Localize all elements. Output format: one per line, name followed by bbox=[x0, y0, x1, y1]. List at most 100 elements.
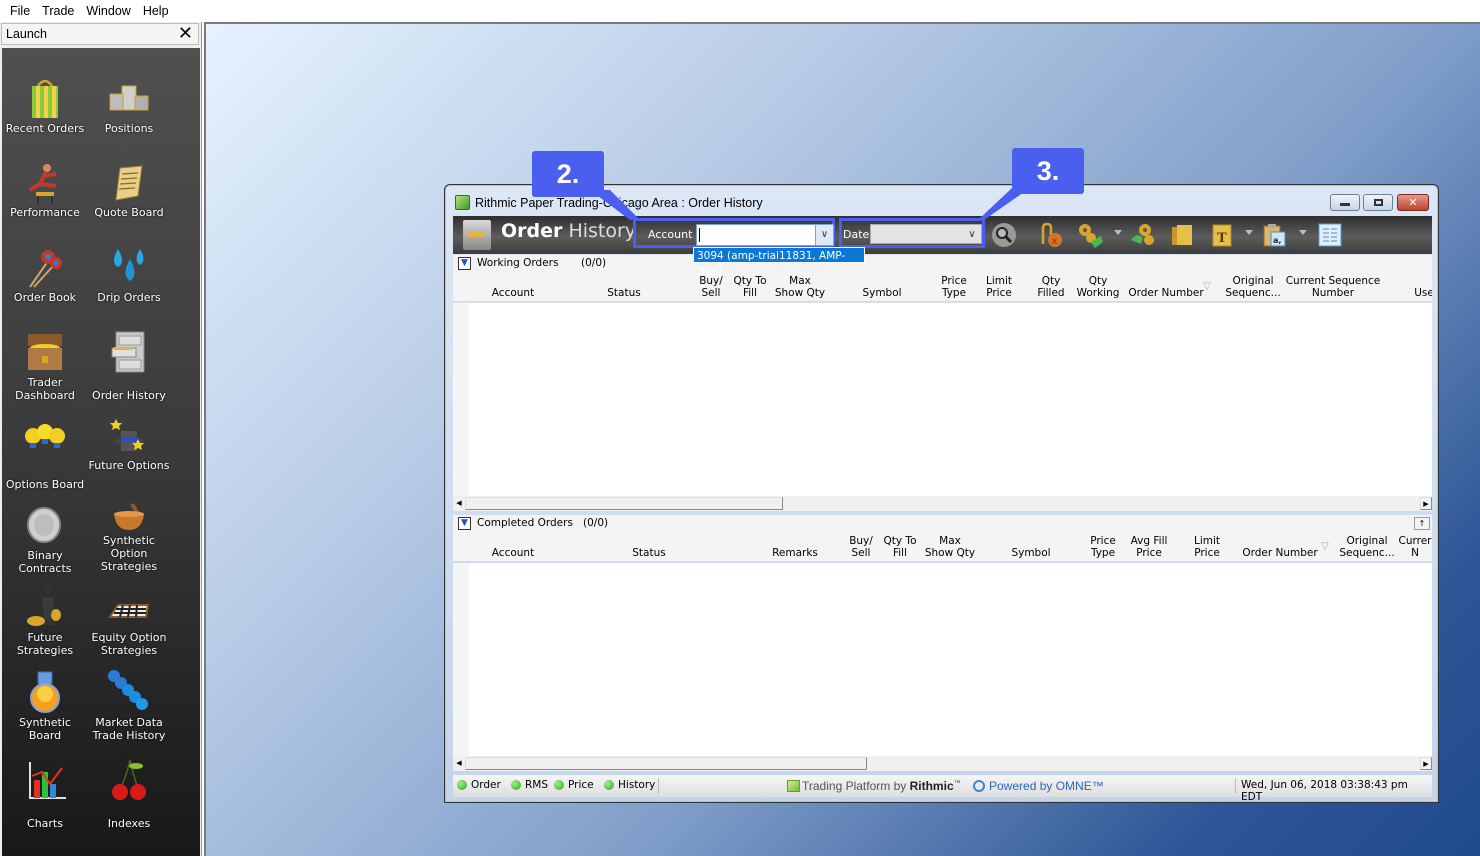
completed-orders-count: (0/0) bbox=[583, 517, 609, 529]
account-combobox[interactable]: ∨ bbox=[696, 224, 834, 246]
account-dropdown-option[interactable]: 3094 (amp-trial11831, AMP-Trial) bbox=[693, 247, 865, 278]
maximize-button[interactable] bbox=[1363, 194, 1393, 211]
launch-item-synthetic-board[interactable]: Synthetic Board bbox=[2, 670, 88, 742]
launch-item-trader-dashboard[interactable]: Trader Dashboard bbox=[2, 330, 88, 402]
filter-icon[interactable]: ▼ bbox=[458, 517, 471, 530]
paste-format-icon[interactable]: a, bbox=[1261, 222, 1287, 248]
filter-icon[interactable]: ▼ bbox=[458, 257, 471, 270]
brand-tm: ™ bbox=[953, 780, 961, 787]
toolbar-title-bold: Order bbox=[501, 220, 563, 242]
launch-item-future-options[interactable]: Future Options bbox=[86, 413, 172, 472]
column-header[interactable]: Current Sequence Number bbox=[1283, 275, 1383, 299]
scroll-right-icon[interactable]: ▶ bbox=[1420, 757, 1432, 770]
column-header[interactable]: Currer N bbox=[1365, 535, 1432, 559]
menu-trade[interactable]: Trade bbox=[36, 0, 80, 22]
status-order: Order bbox=[457, 779, 501, 791]
folders-icon[interactable] bbox=[1169, 222, 1195, 248]
column-header-line1 bbox=[599, 535, 699, 547]
column-header-line1 bbox=[1116, 275, 1216, 287]
launch-item-indexes[interactable]: Indexes bbox=[86, 758, 172, 830]
launch-item-future-strategies[interactable]: Future Strategies bbox=[2, 585, 88, 657]
chevron-down-icon[interactable]: ∨ bbox=[965, 225, 979, 245]
launch-item-label: Positions bbox=[104, 122, 154, 135]
column-header-line2: Number bbox=[1311, 287, 1355, 299]
working-orders-count: (0/0) bbox=[581, 257, 607, 269]
column-header[interactable]: Use bbox=[1374, 275, 1432, 299]
menu-bar: File Trade Window Help bbox=[0, 0, 1480, 22]
column-header[interactable]: Account bbox=[463, 535, 563, 559]
scroll-right-icon[interactable]: ▶ bbox=[1420, 497, 1432, 510]
minimize-button[interactable] bbox=[1330, 194, 1360, 211]
launch-item-market-data-trade-history[interactable]: Market Data Trade History bbox=[86, 670, 172, 742]
launch-item-equity-option-strategies[interactable]: Equity Option Strategies bbox=[86, 585, 172, 657]
launch-item-performance[interactable]: Performance bbox=[2, 160, 88, 219]
scroll-left-icon[interactable]: ◀ bbox=[453, 497, 465, 510]
completed-orders-hscroll[interactable]: ◀ ▶ bbox=[453, 756, 1432, 771]
column-header[interactable]: Order Number bbox=[1230, 535, 1330, 559]
column-header[interactable]: Status bbox=[599, 535, 699, 559]
column-header[interactable]: Status bbox=[574, 275, 674, 299]
settings-save-dropdown[interactable] bbox=[1114, 230, 1122, 235]
column-header-line1 bbox=[463, 535, 563, 547]
scroll-left-icon[interactable]: ◀ bbox=[453, 757, 465, 770]
launch-item-synthetic-option-strategies[interactable]: Synthetic Option Strategies bbox=[86, 500, 172, 573]
column-header-line2: Account bbox=[491, 547, 535, 559]
completed-orders-header: ▼ Completed Orders (0/0) ↑ bbox=[453, 515, 1432, 532]
column-header[interactable]: Account bbox=[463, 275, 563, 299]
launch-item-recent-orders[interactable]: Recent Orders bbox=[2, 76, 88, 135]
arrows-target-icon bbox=[22, 245, 68, 291]
launch-item-label: Equity Option Strategies bbox=[91, 631, 167, 657]
launch-item-drip-orders[interactable]: Drip Orders bbox=[86, 245, 172, 304]
hurdler-icon bbox=[22, 160, 68, 206]
bar-chart-icon bbox=[22, 758, 68, 804]
date-label: Date bbox=[843, 228, 870, 241]
paste-format-dropdown[interactable] bbox=[1299, 230, 1307, 235]
text-format-icon[interactable]: T bbox=[1209, 222, 1235, 248]
column-header-line1 bbox=[574, 275, 674, 287]
launch-item-positions[interactable]: Positions bbox=[86, 76, 172, 135]
column-header-line1 bbox=[1374, 275, 1432, 287]
settings-save-icon[interactable] bbox=[1077, 222, 1103, 248]
collapse-up-icon[interactable]: ↑ bbox=[1414, 517, 1430, 530]
completed-orders-grid bbox=[453, 563, 1432, 756]
maximize-icon bbox=[1373, 199, 1383, 206]
launch-item-label: Future Options bbox=[88, 459, 170, 472]
launch-item-binary-contracts[interactable]: Binary Contracts bbox=[2, 503, 88, 575]
scroll-thumb[interactable] bbox=[465, 757, 867, 770]
account-label: Account bbox=[648, 228, 693, 241]
menu-window[interactable]: Window bbox=[80, 0, 136, 22]
sort-indicator-icon: ▽ bbox=[1321, 541, 1329, 552]
close-window-button[interactable]: ✕ bbox=[1397, 194, 1429, 211]
treasure-chest-icon bbox=[22, 330, 68, 376]
launch-item-quote-board[interactable]: Quote Board bbox=[86, 160, 172, 219]
launch-item-options-board[interactable]: Options Board bbox=[2, 420, 88, 491]
column-header[interactable]: Order Number bbox=[1116, 275, 1216, 299]
settings-load-icon[interactable] bbox=[1129, 222, 1155, 248]
minimize-icon bbox=[1340, 203, 1350, 206]
magic-hat-icon bbox=[106, 413, 152, 459]
chevron-down-icon[interactable]: ∨ bbox=[815, 225, 833, 245]
launch-item-order-history[interactable]: Order History bbox=[86, 330, 172, 402]
working-orders-hscroll[interactable]: ◀ ▶ bbox=[453, 496, 1432, 511]
launch-item-label: Performance bbox=[10, 206, 80, 219]
columns-icon[interactable] bbox=[1317, 222, 1343, 248]
file-cabinet-icon bbox=[106, 330, 152, 376]
launch-header: Launch ✕ bbox=[1, 23, 199, 45]
status-label: History bbox=[618, 779, 656, 791]
app-icon bbox=[455, 195, 470, 210]
launch-item-label: Drip Orders bbox=[97, 291, 161, 304]
menu-help[interactable]: Help bbox=[137, 0, 175, 22]
date-combobox[interactable]: ∨ bbox=[870, 224, 982, 244]
shopping-bag-icon bbox=[22, 76, 68, 122]
scroll-thumb[interactable] bbox=[465, 497, 783, 510]
sort-indicator-icon: ▽ bbox=[1203, 281, 1211, 292]
launch-item-order-book[interactable]: Order Book bbox=[2, 245, 88, 304]
menu-file[interactable]: File bbox=[4, 0, 36, 22]
date-highlight: Date ∨ bbox=[839, 218, 985, 248]
text-format-dropdown[interactable] bbox=[1245, 230, 1253, 235]
launch-item-charts[interactable]: Charts bbox=[2, 758, 88, 830]
working-orders-columns: Account Status Buy/Sell Qty To Fill Max Show … bbox=[453, 272, 1432, 302]
account-highlight: Account ∨ bbox=[633, 218, 835, 248]
order-history-window: Rithmic Paper Trading-Chicago Area : Ord… bbox=[444, 184, 1439, 803]
close-icon[interactable]: ✕ bbox=[178, 25, 193, 43]
